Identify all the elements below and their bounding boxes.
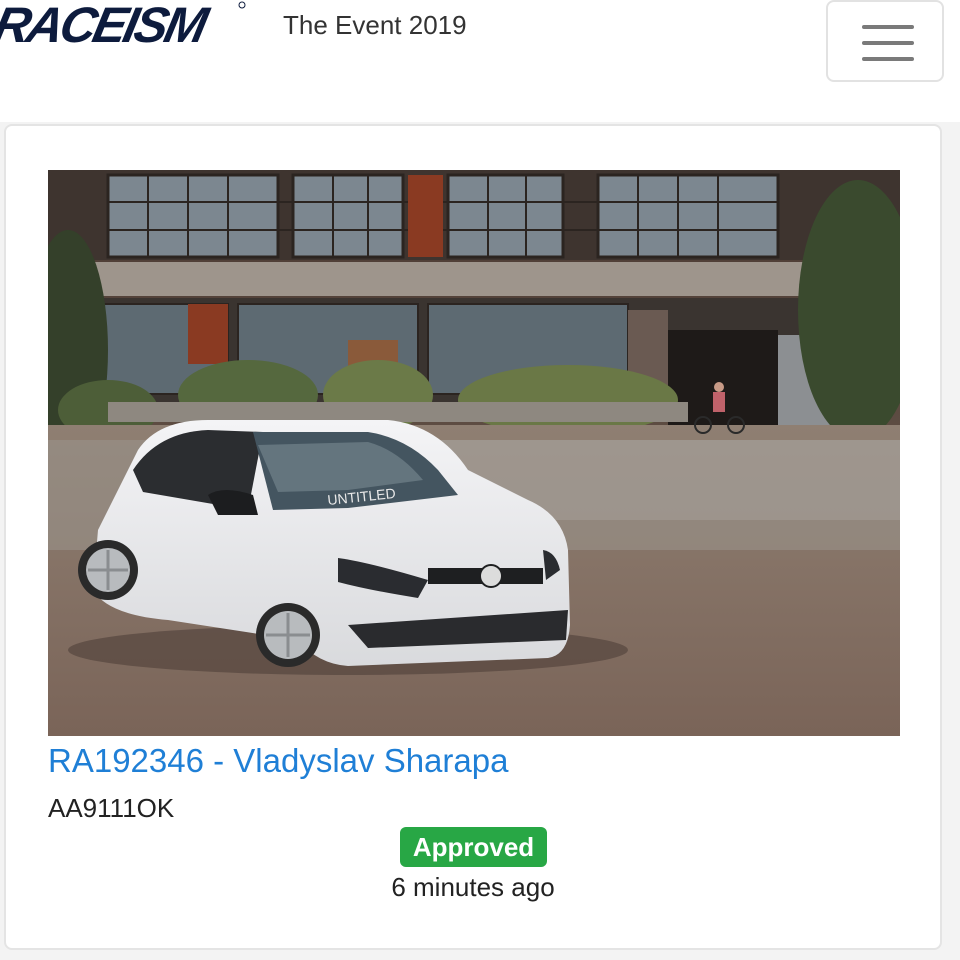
entry-photo[interactable]: UNTITLED: [48, 170, 900, 736]
entry-title-link[interactable]: RA192346 - Vladyslav Sharapa: [48, 742, 508, 780]
raceism-logo[interactable]: RACEISM: [0, 0, 248, 52]
license-plate-text: AA9111OK: [48, 793, 175, 823]
event-title: The Event 2019: [283, 10, 467, 40]
car-photo-image: UNTITLED: [48, 170, 900, 736]
logo-text: RACEISM: [0, 0, 214, 52]
top-navbar: RACEISM The Event 2019: [0, 0, 960, 122]
status-badge: Approved: [400, 827, 547, 867]
timestamp-text: 6 minutes ago: [391, 872, 555, 902]
hamburger-menu-button[interactable]: [826, 0, 944, 82]
